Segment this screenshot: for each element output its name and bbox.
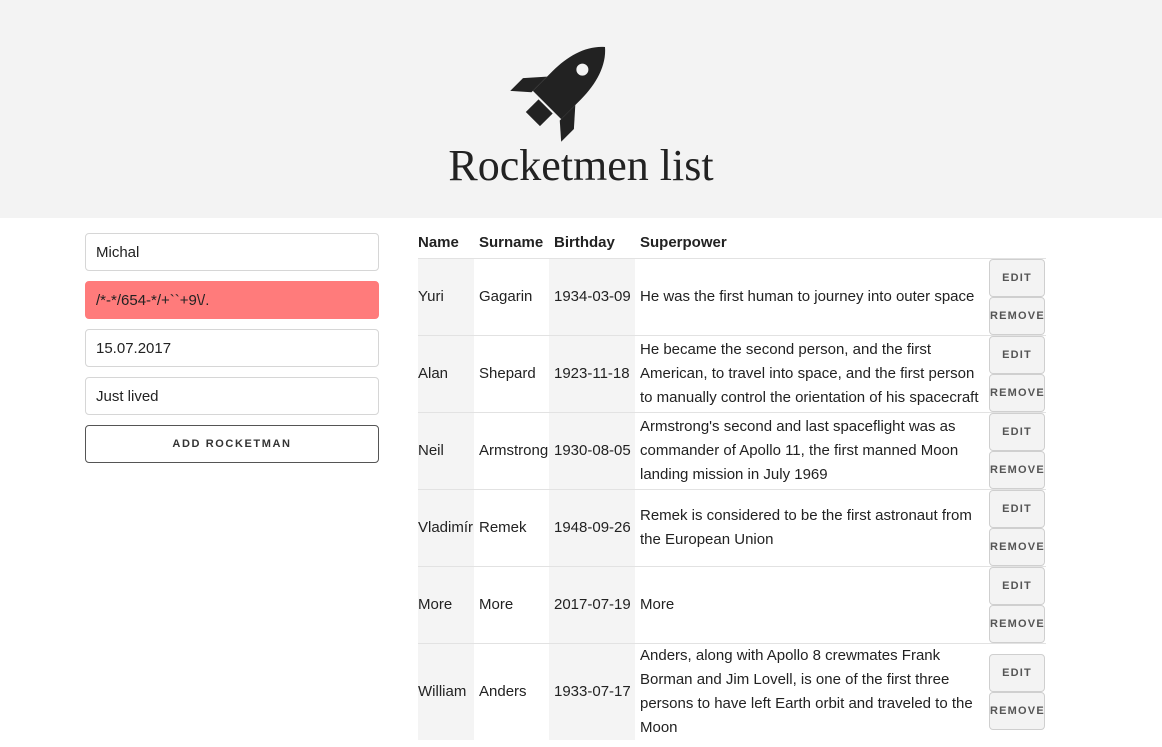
cell-superpower: More xyxy=(635,565,989,643)
name-input[interactable] xyxy=(85,233,379,271)
remove-button[interactable]: REMOVE xyxy=(989,604,1045,643)
cell-superpower: Armstrong's second and last spaceflight … xyxy=(635,411,989,489)
cell-surname: Gagarin xyxy=(474,257,549,335)
cell-name: Yuri xyxy=(418,257,474,335)
table-row: Vladimír Remek 1948-09-26 Remek is consi… xyxy=(418,488,1046,566)
edit-button[interactable]: EDIT xyxy=(989,258,1045,297)
cell-surname: Shepard xyxy=(474,334,549,412)
cell-surname: Remek xyxy=(474,488,549,566)
cell-actions: EDIT REMOVE xyxy=(989,565,1046,643)
edit-button[interactable]: EDIT xyxy=(989,653,1045,692)
cell-birthday: 1934-03-09 xyxy=(549,257,635,335)
cell-surname: Armstrong xyxy=(474,411,549,489)
add-rocketman-button[interactable]: ADD ROCKETMAN xyxy=(85,425,379,463)
remove-button[interactable]: REMOVE xyxy=(989,296,1045,335)
column-header-actions xyxy=(989,228,1046,258)
surname-input[interactable] xyxy=(85,281,379,319)
cell-birthday: 2017-07-19 xyxy=(549,565,635,643)
edit-button[interactable]: EDIT xyxy=(989,335,1045,374)
column-header-superpower: Superpower xyxy=(640,234,727,252)
column-header-birthday: Birthday xyxy=(554,234,615,252)
table-row: More More 2017-07-19 More EDIT REMOVE xyxy=(418,565,1046,643)
table-row: Yuri Gagarin 1934-03-09 He was the first… xyxy=(418,257,1046,335)
cell-superpower: Anders, along with Apollo 8 crewmates Fr… xyxy=(635,642,989,740)
table-row: Neil Armstrong 1930-08-05 Armstrong's se… xyxy=(418,411,1046,489)
cell-name: More xyxy=(418,565,474,643)
edit-button[interactable]: EDIT xyxy=(989,412,1045,451)
cell-actions: EDIT REMOVE xyxy=(989,257,1046,335)
cell-name: William xyxy=(418,642,474,740)
cell-birthday: 1930-08-05 xyxy=(549,411,635,489)
cell-birthday: 1948-09-26 xyxy=(549,488,635,566)
remove-button[interactable]: REMOVE xyxy=(989,373,1045,412)
column-header-name: Name xyxy=(418,234,459,252)
cell-superpower: He became the second person, and the fir… xyxy=(635,334,989,412)
cell-name: Neil xyxy=(418,411,474,489)
table-header-row: Name Surname Birthday Superpower xyxy=(418,228,1046,258)
birthday-input[interactable] xyxy=(85,329,379,367)
remove-button[interactable]: REMOVE xyxy=(989,450,1045,489)
page-title: Rocketmen list xyxy=(448,141,714,190)
page-header: Rocketmen list xyxy=(0,0,1162,218)
superpower-input[interactable] xyxy=(85,377,379,415)
cell-actions: EDIT REMOVE xyxy=(989,411,1046,489)
edit-button[interactable]: EDIT xyxy=(989,566,1045,605)
cell-name: Vladimír xyxy=(418,488,474,566)
rocketmen-table: Name Surname Birthday Superpower Yuri Ga… xyxy=(418,228,1046,740)
column-header-surname: Surname xyxy=(479,234,544,252)
remove-button[interactable]: REMOVE xyxy=(989,691,1045,730)
cell-birthday: 1933-07-17 xyxy=(549,642,635,740)
cell-superpower: He was the first human to journey into o… xyxy=(635,257,989,335)
rocket-icon xyxy=(510,46,606,142)
cell-name: Alan xyxy=(418,334,474,412)
cell-birthday: 1923-11-18 xyxy=(549,334,635,412)
add-rocketman-form: ADD ROCKETMAN xyxy=(85,233,379,463)
cell-actions: EDIT REMOVE xyxy=(989,642,1046,740)
table-row: William Anders 1933-07-17 Anders, along … xyxy=(418,642,1046,740)
cell-actions: EDIT REMOVE xyxy=(989,488,1046,566)
cell-surname: Anders xyxy=(474,642,549,740)
cell-superpower: Remek is considered to be the first astr… xyxy=(635,488,989,566)
table-row: Alan Shepard 1923-11-18 He became the se… xyxy=(418,334,1046,412)
remove-button[interactable]: REMOVE xyxy=(989,527,1045,566)
edit-button[interactable]: EDIT xyxy=(989,489,1045,528)
cell-actions: EDIT REMOVE xyxy=(989,334,1046,412)
cell-surname: More xyxy=(474,565,549,643)
